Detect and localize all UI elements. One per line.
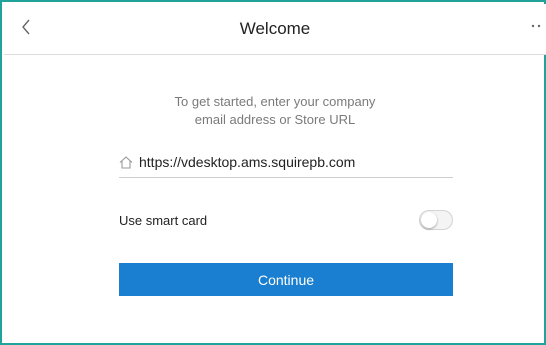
store-url-input[interactable]: [139, 154, 439, 170]
toggle-knob: [421, 212, 437, 228]
smart-card-toggle[interactable]: [419, 210, 453, 230]
intro-text: To get started, enter your company email…: [2, 93, 546, 129]
intro-line-2: email address or Store URL: [194, 112, 356, 127]
store-url-field[interactable]: [119, 147, 453, 178]
app-window: Welcome To get started, enter your compa…: [0, 0, 546, 345]
more-options-button[interactable]: [528, 16, 544, 36]
page-title: Welcome: [239, 19, 311, 38]
home-icon: [119, 154, 135, 170]
intro-line-1: To get started, enter your company: [174, 94, 376, 109]
more-dots-icon: [531, 24, 541, 28]
smart-card-label: Use smart card: [119, 212, 208, 228]
smart-card-row: Use smart card: [119, 207, 453, 233]
continue-button[interactable]: Continue: [119, 263, 453, 296]
navigation-bar: Welcome: [4, 4, 546, 55]
